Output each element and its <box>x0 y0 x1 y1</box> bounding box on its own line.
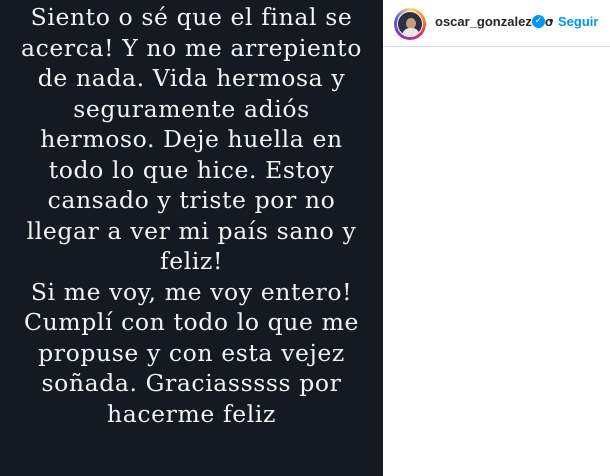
quote-line: hacerme feliz <box>107 399 276 428</box>
avatar[interactable] <box>397 11 423 37</box>
quote-line: Siento o sé que el final se <box>30 3 353 31</box>
quote-line: feliz! <box>159 247 224 275</box>
quote-line: acerca! Y no me arrepiento <box>21 33 362 62</box>
quote-line: Cumplí con todo lo que me <box>24 308 359 336</box>
quote-line: cansado y triste por no <box>47 186 336 214</box>
avatar-shirt <box>402 28 420 36</box>
quote-line: llegar a ver mi país sano y <box>26 216 357 245</box>
quote-line: soñada. Graciasssss por <box>41 369 342 397</box>
follow-button[interactable]: Seguir <box>558 14 598 30</box>
quote-line: hermoso. Deje huella en <box>40 125 343 153</box>
quote-line: propuse y con esta vejez <box>38 338 345 367</box>
story-ring[interactable] <box>394 8 426 40</box>
verified-badge-icon: ✓ <box>532 15 545 28</box>
quote-line: Si me voy, me voy entero! <box>30 277 353 306</box>
quote-line: seguramente adiós <box>73 94 310 123</box>
quote-line: de nada. Vida hermosa y <box>37 64 346 92</box>
post-quote-text: Siento o sé que el final se acerca! Y no… <box>0 2 383 429</box>
post-header: oscar_gonzalezoro ✓ • Seguir <box>383 0 610 47</box>
quote-line: todo lo que hice. Estoy <box>48 155 335 184</box>
separator-dot: • <box>549 13 554 28</box>
post-image: Siento o sé que el final se acerca! Y no… <box>0 0 383 476</box>
post-sidebar: oscar_gonzalezoro ✓ • Seguir <box>383 0 610 476</box>
